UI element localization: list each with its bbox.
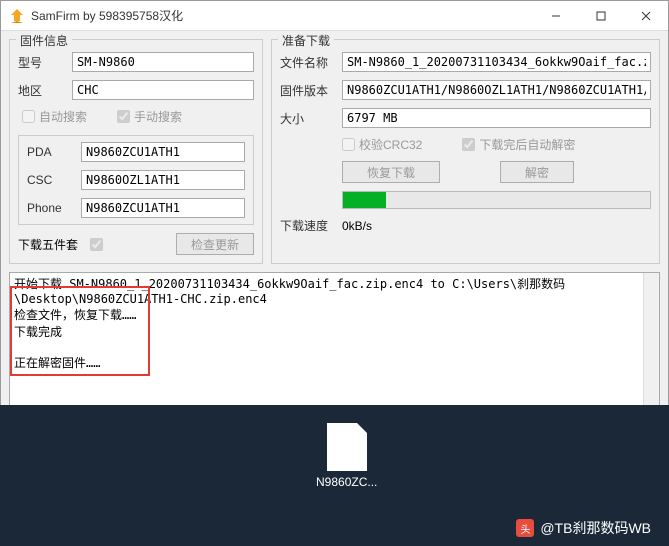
filename-label: 文件名称	[280, 54, 336, 71]
titlebar: SamFirm by 598395758汉化	[1, 1, 668, 31]
maximize-button[interactable]	[578, 1, 623, 31]
model-input[interactable]	[72, 52, 254, 72]
content-area: 固件信息 型号 地区 自动搜索 手动搜索 PDA	[1, 31, 668, 272]
firmware-info-panel: 固件信息 型号 地区 自动搜索 手动搜索 PDA	[9, 39, 263, 264]
filename-input[interactable]	[342, 52, 651, 72]
desktop-area: N9860ZC... 头 @TB刹那数码WB	[0, 405, 669, 546]
decrypt-button[interactable]: 解密	[500, 161, 574, 183]
minimize-button[interactable]	[533, 1, 578, 31]
model-label: 型号	[18, 54, 66, 71]
region-label: 地区	[18, 82, 66, 99]
window-controls	[533, 1, 668, 31]
desktop-file-label: N9860ZC...	[316, 475, 377, 489]
check-update-button[interactable]: 检查更新	[176, 233, 254, 255]
right-column: 准备下载 文件名称 固件版本 大小 校验CRC32 下载完后自动解密	[271, 39, 660, 264]
five-pack-label: 下载五件套	[18, 236, 78, 253]
five-pack-checkbox[interactable]	[90, 238, 103, 251]
download-panel: 准备下载 文件名称 固件版本 大小 校验CRC32 下载完后自动解密	[271, 39, 660, 264]
region-input[interactable]	[72, 80, 254, 100]
version-label: 固件版本	[280, 82, 336, 99]
download-title: 准备下载	[278, 32, 334, 49]
desktop-file-icon[interactable]: N9860ZC...	[316, 423, 377, 489]
app-icon	[9, 8, 25, 24]
speed-value: 0kB/s	[342, 219, 372, 233]
resume-download-button[interactable]: 恢复下载	[342, 161, 440, 183]
csc-label: CSC	[27, 173, 75, 187]
version-subpanel: PDA CSC Phone	[18, 135, 254, 225]
version-input[interactable]	[342, 80, 651, 100]
crc-checkbox[interactable]: 校验CRC32	[342, 136, 422, 153]
log-text: 开始下载 SM-N9860_1_20200731103434_6okkw9Oai…	[14, 277, 565, 370]
auto-decrypt-checkbox[interactable]: 下载完后自动解密	[462, 136, 575, 153]
speed-label: 下载速度	[280, 217, 336, 234]
pda-label: PDA	[27, 145, 75, 159]
watermark-text: @TB刹那数码WB	[540, 518, 651, 538]
phone-label: Phone	[27, 201, 75, 215]
app-window: SamFirm by 598395758汉化 固件信息 型号 地区 自动搜索	[0, 0, 669, 421]
csc-input[interactable]	[81, 170, 245, 190]
size-input[interactable]	[342, 108, 651, 128]
watermark-logo-icon: 头	[516, 519, 534, 537]
watermark: 头 @TB刹那数码WB	[516, 518, 651, 538]
progress-bar	[342, 191, 651, 209]
log-textarea[interactable]: 开始下载 SM-N9860_1_20200731103434_6okkw9Oai…	[9, 272, 660, 412]
phone-input[interactable]	[81, 198, 245, 218]
firmware-info-title: 固件信息	[16, 32, 72, 49]
window-title: SamFirm by 598395758汉化	[31, 7, 533, 24]
scrollbar[interactable]	[643, 273, 659, 411]
close-button[interactable]	[623, 1, 668, 31]
size-label: 大小	[280, 110, 336, 127]
manual-search-checkbox[interactable]: 手动搜索	[117, 108, 182, 125]
left-column: 固件信息 型号 地区 自动搜索 手动搜索 PDA	[9, 39, 263, 264]
auto-search-checkbox[interactable]: 自动搜索	[22, 108, 87, 125]
document-icon	[327, 423, 367, 471]
pda-input[interactable]	[81, 142, 245, 162]
